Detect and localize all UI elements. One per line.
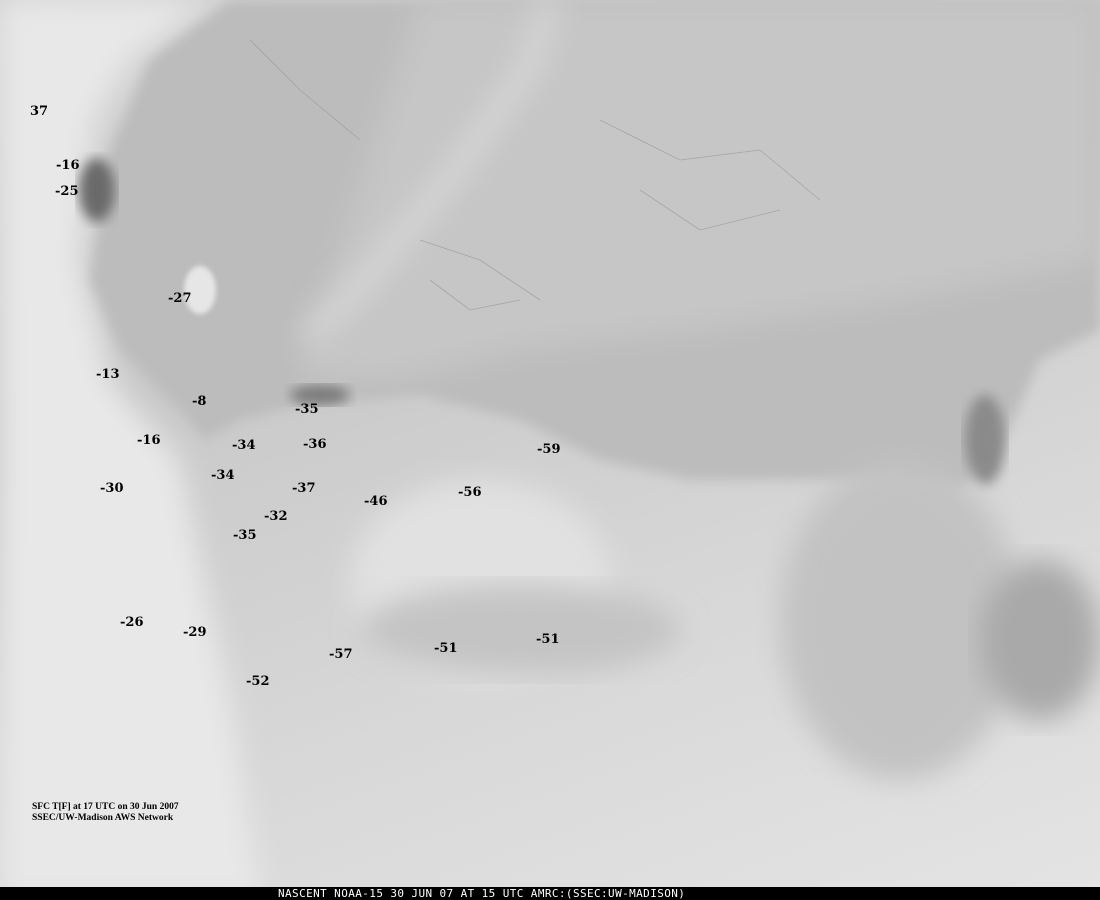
legend-source: SSEC/UW-Madison AWS Network xyxy=(32,813,174,823)
banner-text: NASCENT NOAA-15 30 JUN 07 AT 15 UTC AMRC… xyxy=(278,887,686,900)
temp-label: -59 xyxy=(537,442,561,457)
temp-label: -26 xyxy=(120,615,144,630)
temp-label: -35 xyxy=(295,402,319,417)
temp-label: -29 xyxy=(183,625,207,640)
temp-label: -56 xyxy=(458,485,482,500)
satellite-image: 37 -16 -25 -27 -13 -8 -35 -16 -34 -36 -3… xyxy=(0,0,1100,900)
temp-label: -16 xyxy=(137,433,161,448)
temp-label: -35 xyxy=(233,528,257,543)
temp-label: -27 xyxy=(168,291,192,306)
temp-label: -32 xyxy=(264,509,288,524)
temp-label: -34 xyxy=(211,468,235,483)
temp-label: -16 xyxy=(56,158,80,173)
temp-label: -36 xyxy=(303,437,327,452)
temp-label: -57 xyxy=(329,647,353,662)
banner: NASCENT NOAA-15 30 JUN 07 AT 15 UTC AMRC… xyxy=(0,887,1100,900)
temp-label: -8 xyxy=(192,394,207,409)
temp-label: -37 xyxy=(292,481,316,496)
legend-title: SFC T[F] at 17 UTC on 30 Jun 2007 xyxy=(32,802,179,812)
temp-label: -25 xyxy=(55,184,79,199)
temp-label: 37 xyxy=(30,104,49,119)
temp-label: -51 xyxy=(434,641,458,656)
temp-label: -51 xyxy=(536,632,560,647)
temp-label: -52 xyxy=(246,674,270,689)
temp-label: -34 xyxy=(232,438,256,453)
temp-label: -13 xyxy=(96,367,120,382)
legend: SFC T[F] at 17 UTC on 30 Jun 2007 SSEC/U… xyxy=(32,802,179,824)
temp-label: -46 xyxy=(364,494,388,509)
temp-label: -30 xyxy=(100,481,124,496)
